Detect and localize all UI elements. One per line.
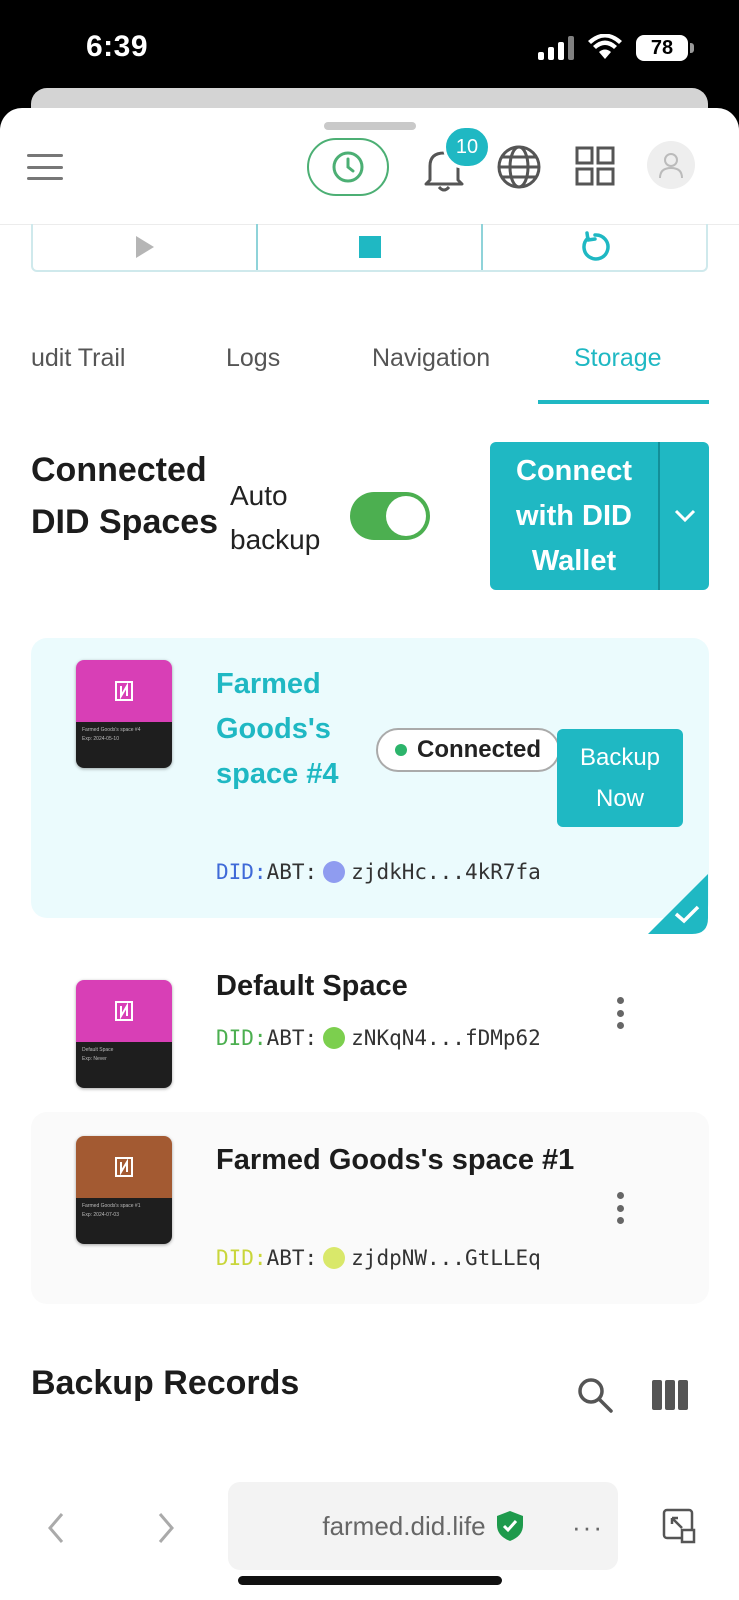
auto-backup-label: Auto backup	[230, 480, 321, 555]
did-prefix: DID:	[216, 1026, 267, 1050]
battery-indicator: 78	[636, 35, 694, 61]
space-name[interactable]: Default Space	[216, 964, 576, 1009]
apps-grid-icon[interactable]	[575, 146, 615, 186]
thumb-exp: Exp: 2024-05-10	[82, 736, 119, 742]
did-type: ABT:	[266, 1026, 318, 1050]
did-prefix: DID:	[216, 860, 267, 884]
url-text: farmed.did.life	[322, 1510, 486, 1541]
did-avatar-icon	[323, 1027, 346, 1049]
restart-icon	[581, 231, 610, 261]
chevron-down-icon	[674, 509, 695, 523]
app-sheet: 10 udit Trail Logs Navigation Storage Co…	[0, 108, 739, 1600]
connect-did-wallet-button: Connect with DID Wallet	[490, 442, 709, 590]
did-value: zNKqN4...fDMp62	[351, 1026, 541, 1050]
home-indicator	[238, 1576, 502, 1585]
status-text: Connected	[416, 736, 541, 763]
active-tab-indicator	[538, 400, 709, 404]
history-button[interactable]	[307, 138, 389, 196]
connected-status-badge: Connected	[376, 728, 560, 772]
space-thumbnail-color	[76, 660, 172, 722]
thumb-exp: Exp: 2024-07-03	[82, 1212, 119, 1218]
did-avatar-icon	[323, 1247, 346, 1269]
stop-icon	[358, 236, 381, 258]
did-type: ABT:	[266, 1246, 318, 1270]
space-thumbnail: Farmed Goods's space #4 Exp: 2024-05-10	[76, 660, 172, 768]
user-avatar[interactable]	[647, 141, 695, 189]
user-icon	[659, 153, 683, 179]
space-name[interactable]: Farmed Goods's space #4	[216, 662, 356, 797]
space-did[interactable]: DID: ABT: zjdkHc...4kR7fa	[216, 860, 541, 884]
play-icon	[135, 236, 154, 258]
start-button[interactable]	[33, 224, 256, 270]
search-icon[interactable]	[576, 1376, 614, 1414]
back-arrow-icon[interactable]	[42, 1508, 70, 1548]
auto-backup-toggle[interactable]	[350, 492, 430, 540]
clock-icon	[332, 151, 364, 183]
selected-check-icon	[648, 874, 708, 934]
connect-did-wallet-label[interactable]: Connect with DID Wallet	[490, 442, 658, 590]
space-thumbnail-color	[76, 980, 172, 1042]
tab-audit-trail[interactable]: udit Trail	[31, 344, 125, 373]
tab-logs[interactable]: Logs	[226, 344, 280, 373]
stop-button[interactable]	[256, 224, 481, 270]
space-thumbnail-color	[76, 1136, 172, 1198]
section-title: Connected DID Spaces	[31, 451, 219, 541]
shield-check-icon	[496, 1511, 523, 1541]
did-avatar-icon	[323, 861, 346, 883]
backup-now-button[interactable]: Backup Now	[557, 729, 683, 827]
space-thumbnail-info: Farmed Goods's space #1 Exp: 2024-07-03	[76, 1198, 172, 1244]
connect-options-toggle[interactable]	[658, 442, 709, 590]
space-thumbnail-info: Default Space Exp: Never	[76, 1042, 172, 1088]
space-name[interactable]: Farmed Goods's space #1	[216, 1138, 576, 1183]
columns-icon[interactable]	[652, 1380, 688, 1410]
more-vertical-icon[interactable]	[616, 1192, 624, 1224]
did-value: zjdkHc...4kR7fa	[351, 860, 541, 884]
sheet-grabber[interactable]	[324, 122, 416, 130]
notification-badge: 10	[443, 125, 491, 169]
browser-more-button[interactable]: ···	[572, 1512, 604, 1543]
service-controls	[31, 224, 708, 272]
menu-icon[interactable]	[27, 154, 63, 180]
tab-navigation[interactable]: Navigation	[372, 344, 490, 373]
restart-button[interactable]	[481, 224, 706, 270]
thumb-exp: Exp: Never	[82, 1056, 107, 1062]
space-did[interactable]: DID: ABT: zNKqN4...fDMp62	[216, 1026, 541, 1050]
did-space-logo-icon	[115, 1001, 133, 1021]
thumb-title: Farmed Goods's space #4	[82, 727, 141, 733]
resize-icon[interactable]	[662, 1508, 696, 1544]
signal-icon	[538, 36, 574, 60]
more-vertical-icon[interactable]	[616, 997, 624, 1029]
wifi-icon	[588, 34, 622, 59]
status-time: 6:39	[86, 30, 149, 63]
backup-records-title: Backup Records	[31, 1364, 300, 1402]
space-thumbnail-info: Farmed Goods's space #4 Exp: 2024-05-10	[76, 722, 172, 768]
did-prefix: DID:	[216, 1246, 267, 1270]
globe-icon[interactable]	[496, 144, 542, 190]
thumb-title: Farmed Goods's space #1	[82, 1203, 141, 1209]
space-thumbnail: Default Space Exp: Never	[76, 980, 172, 1088]
space-did[interactable]: DID: ABT: zjdpNW...GtLLEq	[216, 1246, 541, 1270]
status-dot	[394, 744, 407, 756]
thumb-title: Default Space	[82, 1047, 114, 1053]
address-bar[interactable]: farmed.did.life	[228, 1482, 618, 1570]
tab-storage[interactable]: Storage	[574, 344, 662, 373]
did-type: ABT:	[266, 860, 318, 884]
forward-arrow-icon[interactable]	[152, 1508, 180, 1548]
did-space-logo-icon	[115, 1157, 133, 1177]
space-thumbnail: Farmed Goods's space #1 Exp: 2024-07-03	[76, 1136, 172, 1244]
did-space-logo-icon	[115, 681, 133, 701]
did-value: zjdpNW...GtLLEq	[351, 1246, 541, 1270]
